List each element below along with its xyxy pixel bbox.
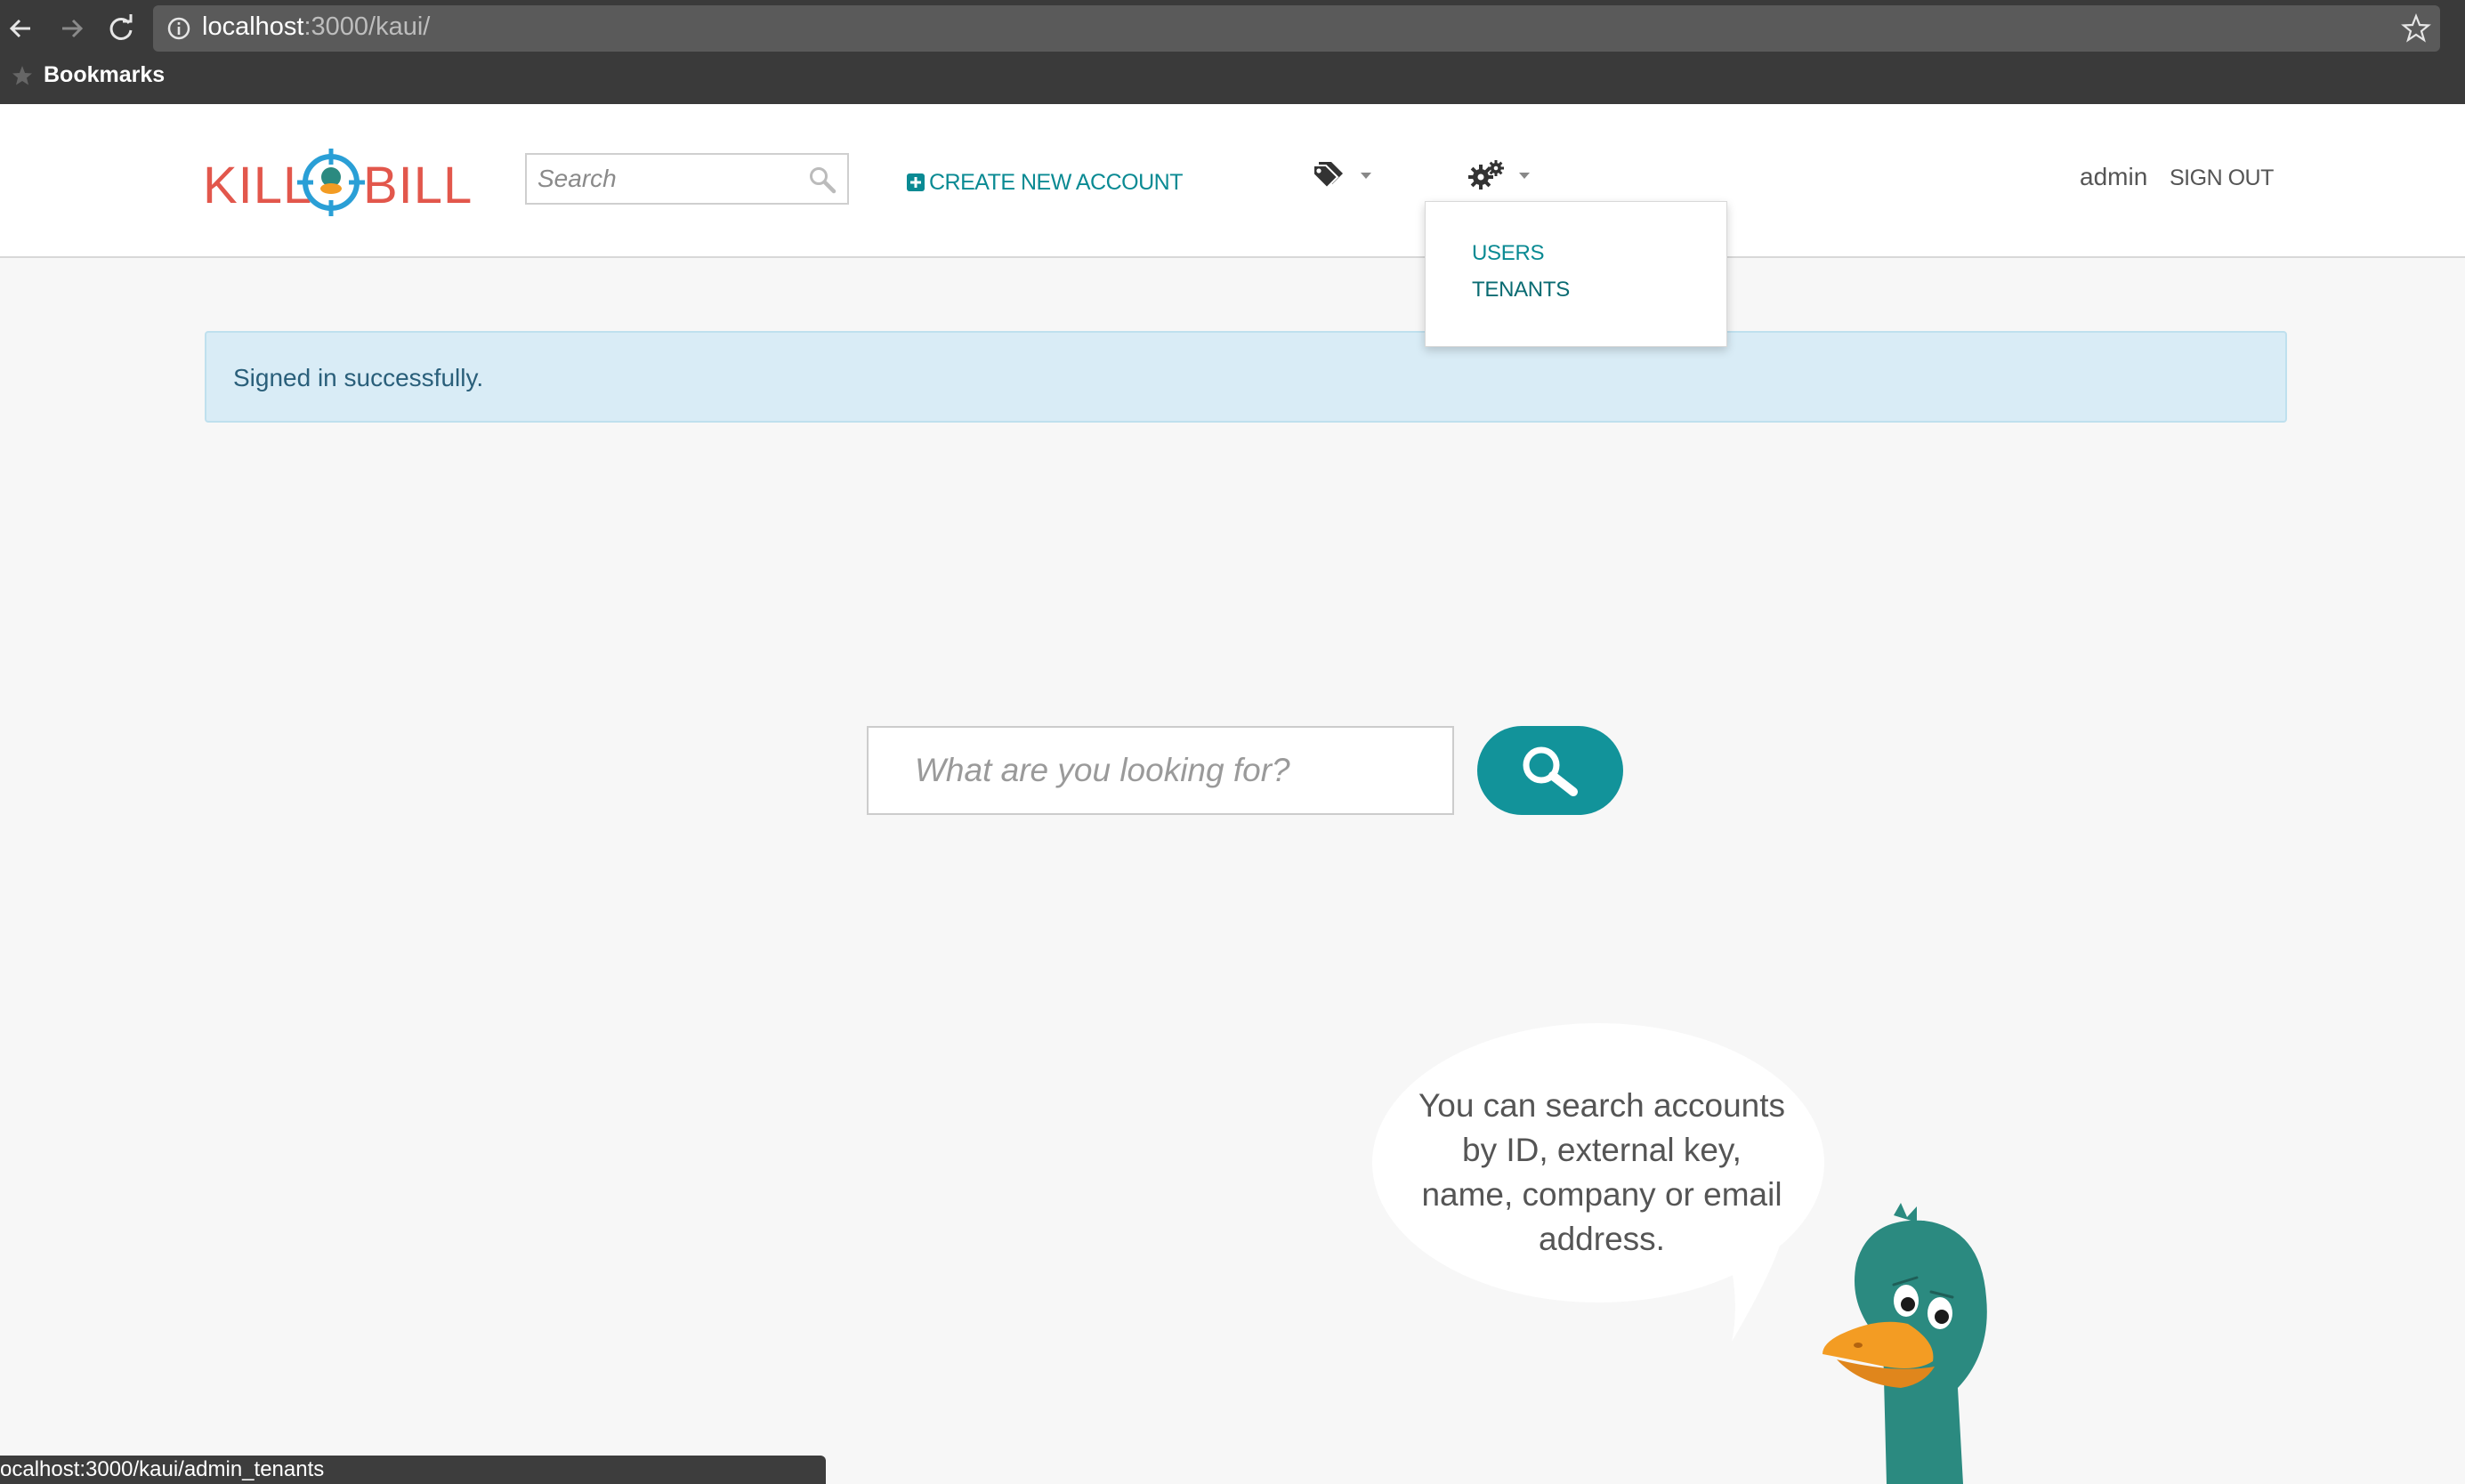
back-arrow-icon [9,19,30,38]
address-bar[interactable]: localhost:3000/kaui/ [153,5,2440,52]
header-search-input[interactable] [527,155,794,203]
browser-chrome: localhost:3000/kaui/ Bookmarks [0,0,2465,104]
speech-bubble-text: You can search accounts by ID, external … [1418,1087,1786,1257]
header-search [525,153,849,205]
url-path: :3000/kaui/ [303,12,431,41]
bookmarks-folder-star-icon [12,66,32,85]
main-search-button[interactable] [1477,726,1623,815]
bookmarks-label[interactable]: Bookmarks [44,62,165,88]
chevron-down-icon [1519,173,1530,179]
main-search-box [867,726,1454,815]
alert-message: Signed in successfully. [233,364,484,391]
tags-dropdown-toggle[interactable] [1310,156,1381,195]
menu-item-users[interactable]: USERS [1472,241,1545,266]
bookmarks-bar: Bookmarks [0,59,356,96]
url-host: localhost [202,12,304,41]
app-header: KILL BILL CREATE NEW ACCOUNT [0,104,2465,258]
flash-alert: Signed in successfully. [205,331,2287,423]
tags-icon [1313,162,1343,190]
forward-arrow-icon [62,19,84,38]
back-button[interactable] [4,11,39,46]
create-account-label: CREATE NEW ACCOUNT [929,169,1184,195]
reload-button[interactable] [103,11,139,46]
admin-dropdown-toggle[interactable] [1468,156,1540,195]
killbill-logo[interactable]: KILL BILL [203,147,473,216]
url-text: localhost:3000/kaui/ [202,12,430,42]
current-user[interactable]: admin [2080,163,2147,191]
logo-target-icon [297,149,365,216]
reload-icon [109,14,133,40]
forward-button[interactable] [53,11,89,46]
link-status-bar: ocalhost:3000/kaui/admin_tenants [0,1456,826,1484]
bookmark-star-icon[interactable] [2401,13,2431,44]
sign-out-link[interactable]: SIGN OUT [2170,165,2274,191]
gears-icon [1468,160,1504,190]
status-url: ocalhost:3000/kaui/admin_tenants [0,1457,325,1481]
search-icon[interactable] [808,165,836,194]
search-icon [1523,746,1578,796]
logo-bill-text: BILL [363,157,473,214]
menu-item-tenants[interactable]: TENANTS [1472,278,1570,302]
create-account-link[interactable]: CREATE NEW ACCOUNT [906,166,1184,198]
admin-dropdown-menu: USERS TENANTS [1425,201,1727,347]
info-icon[interactable] [166,15,192,42]
main-search-input[interactable] [869,728,1452,813]
plus-square-icon [907,173,925,191]
chevron-down-icon [1361,173,1371,179]
